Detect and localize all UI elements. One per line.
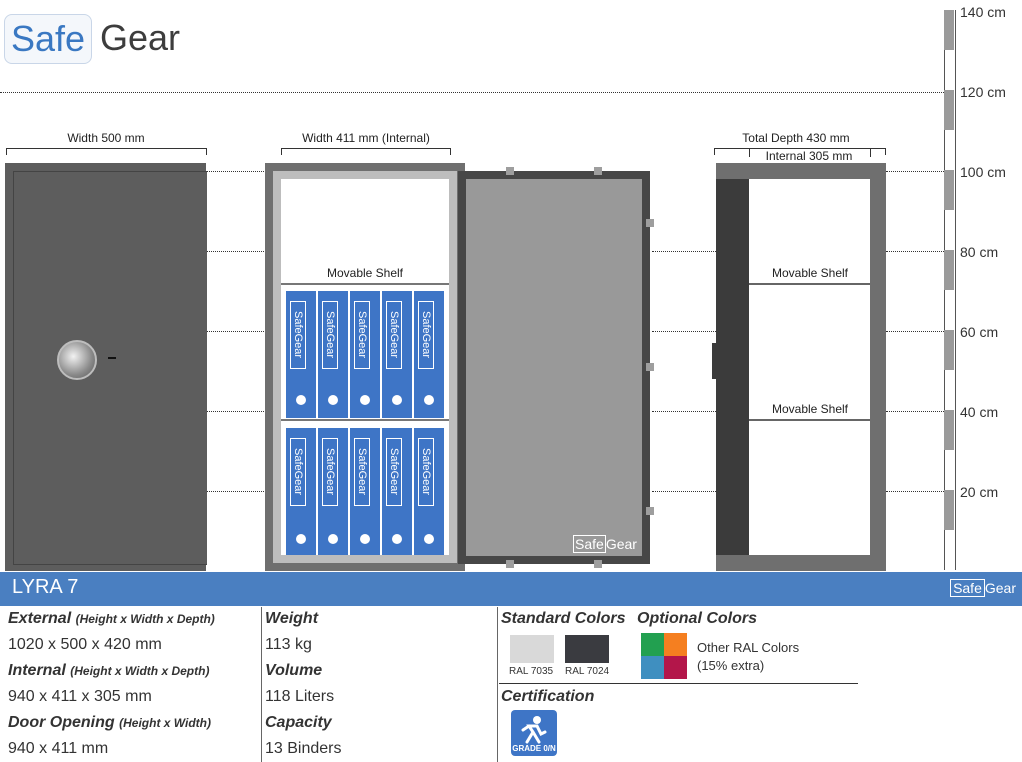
- volume-heading: Volume: [265, 662, 323, 679]
- optional-colors-text: Other RAL Colors: [697, 640, 800, 655]
- logo-gear-text: Gear: [100, 17, 181, 58]
- tick-120: 120 cm: [960, 84, 1006, 100]
- guide-line-40a: [206, 411, 264, 412]
- shelf-label-side-bottom: Movable Shelf: [771, 402, 849, 416]
- binder: SafeGear: [382, 428, 412, 555]
- guide-line-40b: [652, 411, 716, 412]
- guide-line-20c: [886, 491, 944, 492]
- guide-line-80c: [886, 251, 944, 252]
- door-bolt: [646, 219, 654, 227]
- optional-colors-heading: Optional Colors: [637, 610, 757, 627]
- guide-line-40c: [886, 411, 944, 412]
- tick-140: 140 cm: [960, 4, 1006, 20]
- shelf-label-side-top: Movable Shelf: [771, 266, 849, 280]
- binder: SafeGear: [414, 428, 444, 555]
- optional-colors-extra: (15% extra): [697, 658, 765, 673]
- capacity-value: 13 Binders: [265, 740, 342, 757]
- binder: SafeGear: [318, 428, 348, 555]
- door-pin: [506, 560, 514, 568]
- shelf-middle: [281, 419, 449, 421]
- model-bar: LYRA 7 Safe Gear: [0, 572, 1022, 606]
- swatch-label-7035: RAL 7035: [509, 666, 554, 677]
- dial-marker: [108, 357, 116, 359]
- grade-badge-icon: GRADE 0/N: [511, 710, 557, 756]
- shelf-top: [281, 283, 449, 285]
- binder: SafeGear: [286, 428, 316, 555]
- weight-value: 113 kg: [265, 636, 312, 653]
- swatch-label-7024: RAL 7024: [565, 666, 610, 677]
- safegear-logo: Safe Gear: [4, 14, 194, 64]
- safe-door-open: Safe Gear: [458, 171, 650, 564]
- side-shelf-top: [749, 283, 870, 285]
- binder: SafeGear: [382, 291, 412, 418]
- logo-safe-text: Safe: [4, 14, 93, 64]
- external-heading: External (Height x Width x Depth): [8, 610, 215, 627]
- front-width-bracket: [6, 148, 207, 155]
- safe-front-closed: [5, 163, 207, 571]
- guide-line-100b: [886, 171, 944, 172]
- external-value: 1020 x 500 x 420 mm: [8, 636, 162, 653]
- guide-line-80b: [652, 251, 716, 252]
- door-bolt: [646, 507, 654, 515]
- internal-width-bracket: [281, 148, 451, 155]
- door-logo: Safe Gear: [573, 535, 637, 553]
- internal-depth-bracket: [749, 148, 871, 157]
- door-pin: [506, 167, 514, 175]
- standard-colors-heading: Standard Colors: [501, 610, 626, 627]
- guide-line-120: [0, 92, 944, 93]
- tick-20: 20 cm: [960, 484, 999, 500]
- tick-40: 40 cm: [960, 404, 999, 420]
- guide-line-60c: [886, 331, 944, 332]
- tick-100: 100 cm: [960, 164, 1006, 180]
- tick-60: 60 cm: [960, 324, 999, 340]
- colors-divider: [499, 683, 858, 684]
- front-width-label: Width 500 mm: [67, 131, 145, 145]
- binder: SafeGear: [350, 428, 380, 555]
- door-value: 940 x 411 mm: [8, 740, 109, 757]
- door-pin: [594, 560, 602, 568]
- internal-heading: Internal (Height x Width x Depth): [8, 662, 210, 679]
- internal-value: 940 x 411 x 305 mm: [8, 688, 152, 705]
- model-name: LYRA 7: [12, 576, 79, 598]
- guide-line-80a: [206, 251, 264, 252]
- shelf-label-open: Movable Shelf: [326, 266, 404, 280]
- binder: SafeGear: [350, 291, 380, 418]
- capacity-heading: Capacity: [265, 714, 332, 731]
- weight-heading: Weight: [265, 610, 319, 627]
- guide-line-60a: [206, 331, 264, 332]
- lock-dial-icon[interactable]: [57, 340, 97, 380]
- door-bolt: [646, 363, 654, 371]
- door-pin: [594, 167, 602, 175]
- swatch-ral-7024[interactable]: [565, 635, 609, 663]
- guide-line-100a: [206, 171, 264, 172]
- binder: SafeGear: [318, 291, 348, 418]
- certification-heading: Certification: [501, 688, 595, 705]
- guide-line-20a: [206, 491, 264, 492]
- binder: SafeGear: [414, 291, 444, 418]
- safe-side-section: [712, 163, 886, 571]
- internal-width-label: Width 411 mm (Internal): [302, 131, 430, 145]
- guide-line-20b: [652, 491, 716, 492]
- spec-divider: [261, 607, 262, 762]
- volume-value: 118 Liters: [265, 688, 335, 705]
- total-depth-label: Total Depth 430 mm: [742, 131, 850, 145]
- guide-line-60b: [652, 331, 716, 332]
- optional-color-grid[interactable]: [641, 633, 687, 679]
- side-interior: [749, 179, 870, 555]
- bar-logo: Safe Gear: [950, 579, 1016, 597]
- swatch-ral-7035[interactable]: [510, 635, 554, 663]
- spec-divider: [497, 607, 498, 762]
- door-heading: Door Opening (Height x Width): [8, 714, 211, 731]
- tick-80: 80 cm: [960, 244, 999, 260]
- binder: SafeGear: [286, 291, 316, 418]
- side-shelf-bottom: [749, 419, 870, 421]
